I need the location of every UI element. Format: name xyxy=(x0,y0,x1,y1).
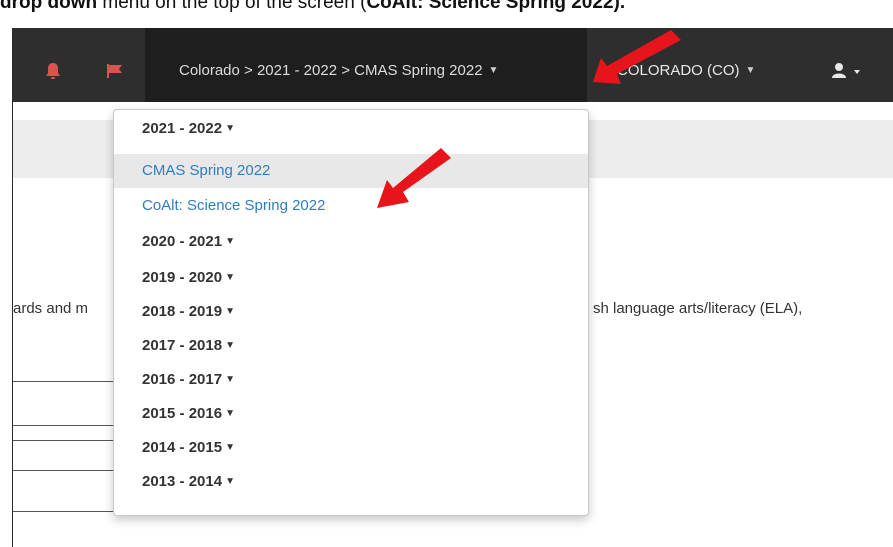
caret-down-icon: ▼ xyxy=(225,408,235,419)
top-navbar: Colorado > 2021 - 2022 > CMAS Spring 202… xyxy=(13,28,893,102)
menu-item-label: 2017 - 2018 xyxy=(142,337,223,354)
breadcrumb[interactable]: Colorado > 2021 - 2022 > CMAS Spring 202… xyxy=(179,62,498,79)
annotation-arrow-icon xyxy=(593,30,681,84)
page-text-left: ards and m xyxy=(13,300,89,317)
breadcrumb-dropdown-menu: 2021 - 2022 ▼ CMAS Spring 2022 CoAlt: Sci… xyxy=(113,109,589,516)
menu-item-label: CoAlt: Science Spring 2022 xyxy=(142,197,326,214)
menu-item-year[interactable]: 2014 - 2015 ▼ xyxy=(114,436,588,460)
menu-item-year[interactable]: 2020 - 2021 ▼ xyxy=(114,230,588,254)
flag-icon[interactable] xyxy=(105,62,125,80)
caret-down-icon: ▼ xyxy=(225,476,235,487)
menu-item-year[interactable]: 2016 - 2017 ▼ xyxy=(114,368,588,392)
divider xyxy=(13,425,113,426)
menu-item-label: 2014 - 2015 xyxy=(142,439,223,456)
caption-highlight: CoAlt: Science Spring 2022 xyxy=(366,0,614,13)
caret-down-icon: ▼ xyxy=(225,123,235,134)
menu-item-label: 2018 - 2019 xyxy=(142,303,223,320)
bell-icon[interactable] xyxy=(43,62,63,80)
user-menu[interactable] xyxy=(829,60,869,82)
menu-item-coalt-science-spring-2022[interactable]: CoAlt: Science Spring 2022 xyxy=(114,194,588,218)
caption-text: menu on the top of the screen ( xyxy=(97,0,367,13)
menu-item-label: 2021 - 2022 xyxy=(142,120,223,137)
menu-item-label: 2019 - 2020 xyxy=(142,269,223,286)
menu-item-label: 2016 - 2017 xyxy=(142,371,223,388)
menu-item-label: CMAS Spring 2022 xyxy=(142,162,271,179)
annotation-arrow-icon xyxy=(377,148,451,208)
divider xyxy=(13,440,113,441)
divider xyxy=(13,470,113,471)
menu-item-label: 2020 - 2021 xyxy=(142,233,223,250)
caret-down-icon: ▼ xyxy=(225,374,235,385)
caret-down-icon: ▼ xyxy=(225,236,235,247)
page-text-right: sh language arts/literacy (ELA), xyxy=(593,300,803,317)
caret-down-icon xyxy=(854,70,860,74)
instruction-caption: drop down menu on the top of the screen … xyxy=(0,0,893,20)
caret-down-icon: ▼ xyxy=(225,340,235,351)
caret-down-icon: ▼ xyxy=(225,272,235,283)
menu-item-cmas-spring-2022[interactable]: CMAS Spring 2022 xyxy=(114,154,588,188)
app-screenshot: Colorado > 2021 - 2022 > CMAS Spring 202… xyxy=(12,28,893,547)
menu-item-label: 2013 - 2014 xyxy=(142,473,223,490)
caption-bold-prefix: drop down xyxy=(0,0,98,13)
caret-down-icon: ▼ xyxy=(745,65,756,76)
caret-down-icon: ▼ xyxy=(225,306,235,317)
menu-item-label: 2015 - 2016 xyxy=(142,405,223,422)
menu-item-year[interactable]: 2019 - 2020 ▼ xyxy=(114,266,588,290)
divider xyxy=(13,511,113,512)
caption-suffix: ). xyxy=(613,0,626,13)
menu-item-year[interactable]: 2015 - 2016 ▼ xyxy=(114,402,588,426)
menu-item-year[interactable]: 2017 - 2018 ▼ xyxy=(114,334,588,358)
divider xyxy=(13,381,113,382)
menu-item-year[interactable]: 2013 - 2014 ▼ xyxy=(114,470,588,494)
menu-item-year[interactable]: 2021 - 2022 ▼ xyxy=(114,117,588,141)
caret-down-icon: ▼ xyxy=(488,65,499,76)
menu-item-year[interactable]: 2018 - 2019 ▼ xyxy=(114,300,588,324)
caret-down-icon: ▼ xyxy=(225,442,235,453)
breadcrumb-text: Colorado > 2021 - 2022 > CMAS Spring 202… xyxy=(179,62,483,79)
user-icon xyxy=(832,63,846,78)
